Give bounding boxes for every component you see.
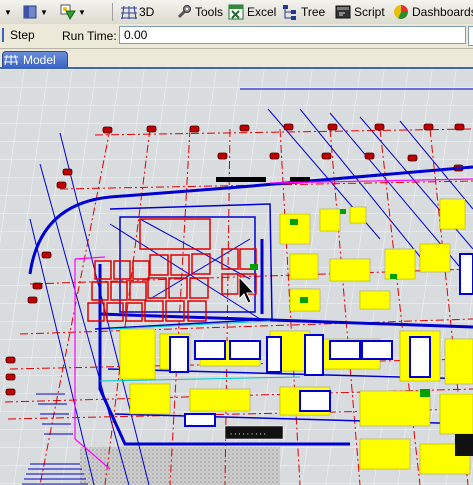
dashboards-button[interactable]: Dashboards [393, 2, 473, 22]
tab-model-label: Model [23, 53, 56, 67]
tools-button[interactable]: Tools [176, 2, 223, 22]
tab-model[interactable]: Model [2, 51, 68, 68]
script-icon [335, 4, 351, 20]
grid-3d-icon [3, 54, 19, 66]
run-speed-field[interactable] [468, 26, 473, 46]
excel-label: Excel [247, 5, 277, 19]
run-time-label: Run Time: [62, 29, 117, 43]
document-tabstrip: Model [0, 49, 473, 68]
grid-3d-icon [120, 4, 137, 20]
main-toolbar: ▼ ▼ ▼ 3D Tools Excel Tree Script Dashboa… [0, 0, 473, 25]
script-button[interactable]: Script [335, 2, 385, 22]
panel-button[interactable]: ▼ [22, 2, 48, 22]
tree-label: Tree [301, 5, 326, 19]
toolbar-separator [112, 3, 113, 21]
tool-dropdown-button[interactable]: ▼ [60, 2, 86, 22]
step-button[interactable]: Step [2, 28, 35, 42]
view-3d-label: 3D [139, 5, 155, 19]
view-3d-button[interactable]: 3D [120, 2, 154, 22]
dashboards-icon [393, 4, 409, 20]
tool-icon [60, 4, 76, 21]
step-icon [2, 28, 4, 42]
tree-icon [282, 4, 298, 20]
script-label: Script [354, 5, 385, 19]
run-time-field[interactable] [119, 26, 466, 44]
model-label-tag-text: ········· [229, 431, 267, 439]
tools-icon [176, 4, 192, 20]
run-control-bar: Step Run Time: [0, 24, 473, 49]
model-3d-viewport[interactable]: ········· [0, 67, 473, 485]
dashboards-label: Dashboards [412, 5, 473, 19]
tree-button[interactable]: Tree [282, 2, 325, 22]
chevron-down-icon: ▼ [4, 7, 12, 17]
excel-icon [228, 4, 244, 20]
chevron-down-icon: ▼ [40, 7, 48, 17]
floor-slab [80, 447, 280, 485]
tools-label: Tools [195, 5, 224, 19]
panel-icon [22, 4, 38, 20]
excel-button[interactable]: Excel [228, 2, 276, 22]
toolbar-dropdown-1[interactable]: ▼ [2, 2, 12, 22]
cad-floorplan-render: ········· [0, 69, 473, 485]
step-label: Step [10, 28, 35, 42]
chevron-down-icon: ▼ [78, 7, 86, 17]
